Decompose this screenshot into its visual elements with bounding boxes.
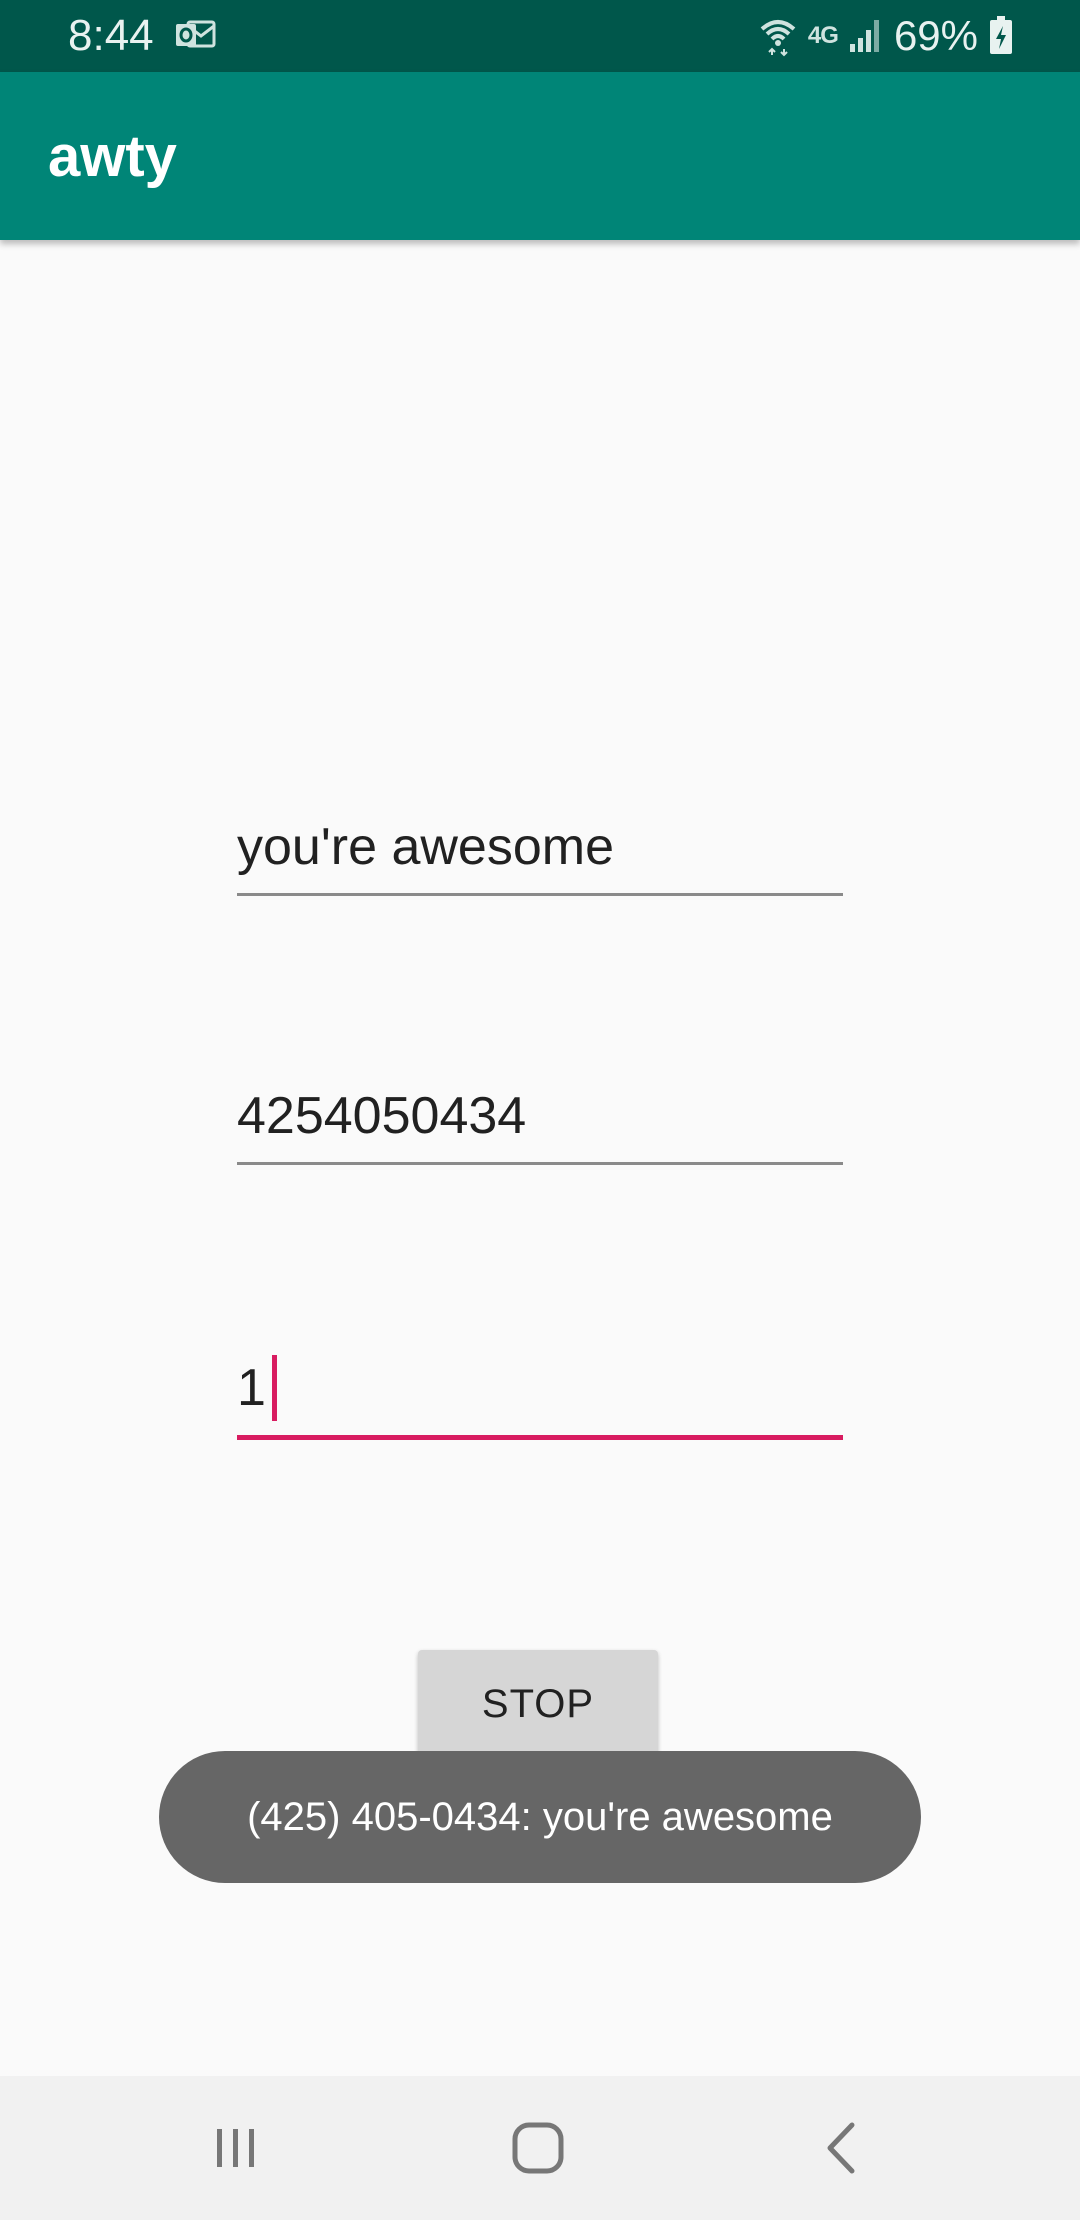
phone-number-field[interactable]: 4254050434 <box>237 1084 843 1165</box>
signal-icon <box>849 20 879 52</box>
stop-button[interactable]: STOP <box>418 1650 658 1758</box>
phone-number-input[interactable]: 4254050434 <box>237 1084 843 1148</box>
message-input[interactable]: you're awesome <box>237 815 843 879</box>
text-cursor <box>271 1355 277 1421</box>
message-field-underline <box>237 893 843 896</box>
interval-input-row[interactable]: 1 <box>237 1355 843 1421</box>
recent-apps-button[interactable] <box>200 2112 272 2184</box>
status-icons: 4G 69% <box>758 10 1014 62</box>
back-button[interactable] <box>806 2112 878 2184</box>
battery-percent: 69% <box>893 12 978 59</box>
outlook-notification-icon <box>176 20 216 48</box>
message-field[interactable]: you're awesome <box>237 815 843 896</box>
app-bar: awty <box>0 72 1080 240</box>
toast-message: (425) 405-0434: you're awesome <box>159 1751 921 1883</box>
home-icon <box>512 2122 564 2174</box>
phone-number-field-underline <box>237 1162 843 1165</box>
interval-field-underline <box>237 1435 843 1440</box>
navigation-bar <box>0 2076 1080 2220</box>
status-bar: 8:44 4G 69% <box>0 0 1080 72</box>
network-type-label: 4G <box>807 22 839 49</box>
back-icon <box>827 2122 855 2174</box>
battery-charging-icon <box>990 16 1012 54</box>
app-title: awty <box>48 124 177 189</box>
interval-input[interactable]: 1 <box>237 1356 266 1420</box>
wifi-icon <box>760 20 796 57</box>
interval-field[interactable]: 1 <box>237 1355 843 1440</box>
home-button[interactable] <box>502 2112 574 2184</box>
recent-apps-icon <box>217 2129 254 2167</box>
status-time: 8:44 <box>68 11 154 60</box>
